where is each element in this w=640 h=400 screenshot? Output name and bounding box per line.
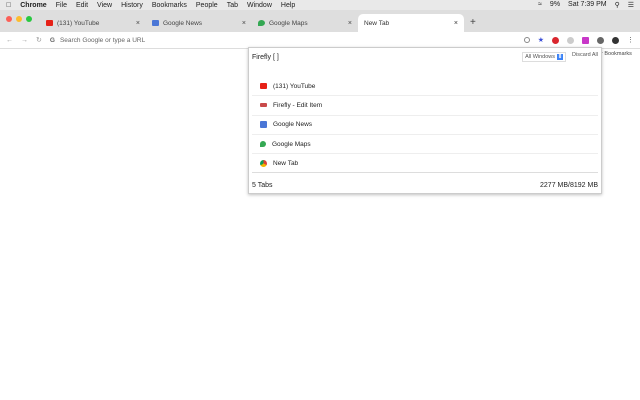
google-maps-icon [260,141,266,148]
menu-app[interactable]: Chrome [20,2,46,9]
window-controls [0,16,40,32]
tab-list: (131) YouTube Firefly - Edit Item Google… [249,77,601,174]
list-item[interactable]: Firefly - Edit Item [252,96,598,116]
memory-usage: 2277 MB/8192 MB [540,182,598,190]
tab-google-maps[interactable]: Google Maps × [252,14,358,32]
tab-bar: (131) YouTube × Google News × Google Maps ×… [0,10,640,32]
tab-youtube[interactable]: (131) YouTube × [40,14,146,32]
close-tab-icon[interactable]: × [242,20,246,27]
item-title: Google Maps [272,140,311,148]
apple-icon[interactable]:  [6,2,11,9]
tab-label: New Tab [364,19,390,27]
menu-tab[interactable]: Tab [227,2,238,9]
bookmark-star-icon[interactable]: ★ [538,36,544,44]
notification-icon[interactable]: ☰ [628,1,634,9]
zoom-window-button[interactable] [26,16,32,22]
close-tab-icon[interactable]: × [136,20,140,27]
select-arrow-icon: ⇕ [557,54,564,60]
stop-extension-icon[interactable] [552,36,559,44]
item-title: New Tab [273,159,299,167]
reload-icon[interactable]: ↻ [36,36,42,44]
tab-new-tab[interactable]: New Tab × [358,14,464,32]
avatar[interactable] [612,36,619,44]
google-maps-icon [258,20,265,26]
minimize-window-button[interactable] [16,16,22,22]
close-tab-icon[interactable]: × [454,20,458,27]
item-title: Google News [273,121,313,129]
window-select[interactable]: All Windows ⇕ [522,52,567,62]
menu-bookmarks[interactable]: Bookmarks [152,2,187,9]
item-title: (131) YouTube [273,82,316,90]
extension-icon[interactable] [567,36,574,44]
discard-all-button[interactable]: Discard All [572,52,598,62]
item-title: Firefly - Edit Item [273,101,323,109]
wifi-icon[interactable]: ≈ [538,1,542,9]
search-icon[interactable] [523,37,530,43]
menu-help[interactable]: Help [281,2,295,9]
back-icon[interactable]: ← [6,37,13,44]
tab-label: Google News [163,19,203,27]
new-tab-button[interactable]: + [464,17,482,32]
youtube-icon [260,83,267,90]
menu-bar:  Chrome File Edit View History Bookmark… [0,0,640,10]
popup-title: Firefly [ ] [252,53,279,61]
firefly-extension-icon[interactable] [597,36,604,44]
list-item[interactable]: Google Maps [252,135,598,155]
tab-google-news[interactable]: Google News × [146,14,252,32]
window-select-value: All Windows [525,54,556,60]
more-menu-icon[interactable]: ⋮ [627,36,634,44]
tab-label: Google Maps [269,19,308,27]
color-extension-icon[interactable] [582,36,589,44]
close-tab-icon[interactable]: × [348,20,352,27]
chrome-icon [260,159,267,167]
tab-manager-popup: Firefly [ ] All Windows ⇕ Discard All (13… [248,47,602,194]
menu-people[interactable]: People [196,2,218,9]
tab-label: (131) YouTube [57,19,100,27]
google-news-icon [260,121,267,129]
google-icon: G [49,36,55,44]
battery-status[interactable]: 9% [550,1,560,9]
clock[interactable]: Sat 7:39 PM [568,1,607,9]
menu-history[interactable]: History [121,2,143,9]
menu-file[interactable]: File [56,2,67,9]
menu-window[interactable]: Window [247,2,272,9]
list-item[interactable]: Google News [252,116,598,135]
close-window-button[interactable] [6,16,12,22]
youtube-icon [46,20,53,26]
list-item[interactable]: (131) YouTube [252,77,598,97]
omnibox-placeholder[interactable]: Search Google or type a URL [60,37,145,44]
bookmarks-label[interactable]: r Bookmarks [601,51,632,57]
google-news-icon [152,20,159,26]
spotlight-icon[interactable]: ⚲ [615,1,620,9]
tab-count: 5 Tabs [252,182,273,190]
forward-icon[interactable]: → [21,37,28,44]
list-item[interactable]: New Tab [252,154,598,174]
menu-edit[interactable]: Edit [76,2,88,9]
firefly-icon [260,103,267,108]
omnibox[interactable]: G Search Google or type a URL [50,37,516,44]
menu-view[interactable]: View [97,2,112,9]
